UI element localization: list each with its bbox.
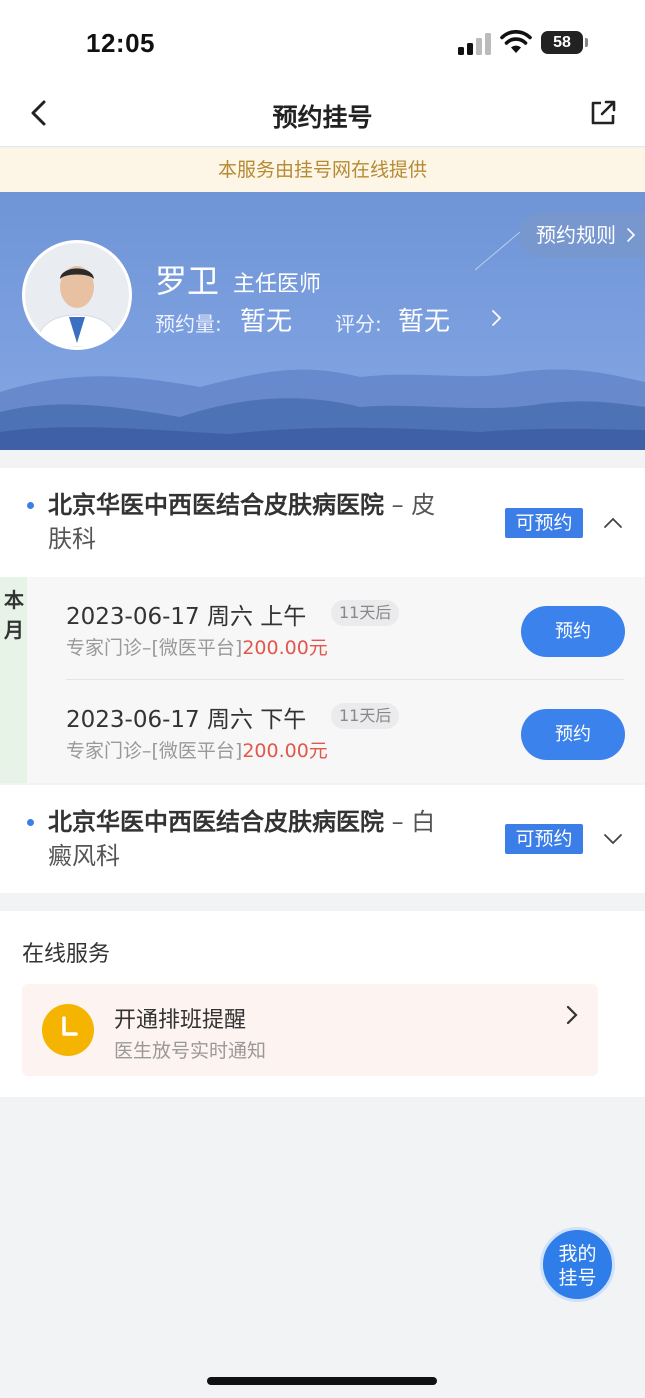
navigation-bar: 预约挂号: [0, 88, 645, 147]
fab-label-line1: 我的: [558, 1243, 597, 1265]
slot-days-tag: 11天后: [331, 600, 400, 626]
bullet-dot: [27, 819, 34, 826]
doctor-name: 罗卫: [155, 262, 220, 300]
divider: [66, 679, 624, 680]
schedule-slot: 2023-06-17 周六 下午 11天后 专家门诊–[微医平台]200.00元…: [27, 680, 645, 783]
service-provider-notice: 本服务由挂号网在线提供: [0, 148, 645, 192]
slot-description: 专家门诊–[微医平台]200.00元: [66, 736, 328, 763]
book-button[interactable]: 预约: [521, 606, 625, 657]
reminder-title: 开通排班提醒: [114, 1008, 247, 1033]
home-indicator[interactable]: [207, 1377, 437, 1385]
fab-label-line2: 挂号: [558, 1267, 597, 1289]
my-registrations-button[interactable]: 我的 挂号: [540, 1227, 615, 1302]
slot-price: 200.00元: [242, 637, 328, 659]
book-button[interactable]: 预约: [521, 709, 625, 760]
page-title: 预约挂号: [272, 103, 373, 132]
slot-description: 专家门诊–[微医平台]200.00元: [66, 633, 328, 660]
chevron-right-icon: [566, 1005, 578, 1025]
availability-badge: 可预约: [505, 824, 583, 854]
month-tab: 本月: [0, 577, 27, 783]
month-label: 本月: [4, 588, 24, 642]
hospital-department-name: 北京华医中西医结合皮肤病医院 – 皮肤科: [48, 488, 488, 556]
slot-days-tag: 11天后: [331, 703, 400, 729]
online-service-section: 在线服务 开通排班提醒 医生放号实时通知: [0, 911, 645, 1097]
doctor-header: 罗卫 主任医师 预约量: 暂无 评分: 暂无 预约规则: [0, 192, 645, 450]
clock-icon: [42, 1004, 94, 1056]
availability-badge: 可预约: [505, 508, 583, 538]
battery-icon: 58: [541, 31, 583, 54]
rating-value: 暂无: [398, 307, 451, 337]
hospital-department-item[interactable]: 北京华医中西医结合皮肤病医院 – 皮肤科 可预约: [0, 468, 645, 577]
cellular-signal-icon: [458, 33, 492, 55]
doctor-avatar: [22, 240, 132, 350]
chevron-up-icon[interactable]: [602, 516, 624, 530]
booking-count-label: 预约量:: [155, 312, 222, 336]
wifi-icon: [500, 30, 532, 53]
booking-rules-label: 预约规则: [536, 223, 616, 247]
doctor-title: 主任医师: [233, 272, 322, 297]
status-bar: 12:05 58: [0, 0, 645, 88]
hospital-department-name: 北京华医中西医结合皮肤病医院 – 白癜风科: [48, 805, 488, 873]
slot-date: 2023-06-17 周六 上午: [66, 604, 307, 630]
status-time: 12:05: [86, 28, 155, 58]
separator: –: [384, 808, 412, 836]
slot-clinic-type: 专家门诊–[微医平台]: [66, 740, 243, 762]
hospital-name: 北京华医中西医结合皮肤病医院: [48, 808, 384, 836]
schedule-list: 本月 2023-06-17 周六 上午 11天后 专家门诊–[微医平台]200.…: [0, 577, 645, 783]
bullet-dot: [27, 502, 34, 509]
share-icon[interactable]: [588, 98, 618, 128]
hospital-department-item[interactable]: 北京华医中西医结合皮肤病医院 – 白癜风科 可预约: [0, 785, 645, 893]
rating-label: 评分:: [335, 312, 382, 336]
booking-count-value: 暂无: [240, 307, 293, 337]
chevron-right-icon[interactable]: [490, 308, 504, 328]
section-title: 在线服务: [22, 942, 111, 967]
hospital-name: 北京华医中西医结合皮肤病医院: [48, 491, 384, 519]
separator: –: [384, 491, 412, 519]
chevron-right-icon: [627, 228, 636, 242]
department-name-part1: 皮: [411, 491, 436, 519]
chevron-down-icon[interactable]: [602, 832, 624, 846]
battery-cap: [585, 38, 588, 47]
reminder-subtitle: 医生放号实时通知: [114, 1040, 267, 1062]
department-name-part1: 白: [411, 808, 436, 836]
slot-date: 2023-06-17 周六 下午: [66, 707, 307, 733]
slot-price: 200.00元: [242, 740, 328, 762]
slot-clinic-type: 专家门诊–[微医平台]: [66, 637, 243, 659]
department-name-part2: 肤科: [48, 525, 96, 553]
schedule-slot: 2023-06-17 周六 上午 11天后 专家门诊–[微医平台]200.00元…: [27, 577, 645, 680]
department-name-part2: 癜风科: [48, 842, 120, 870]
schedule-reminder-card[interactable]: 开通排班提醒 医生放号实时通知: [22, 984, 598, 1076]
